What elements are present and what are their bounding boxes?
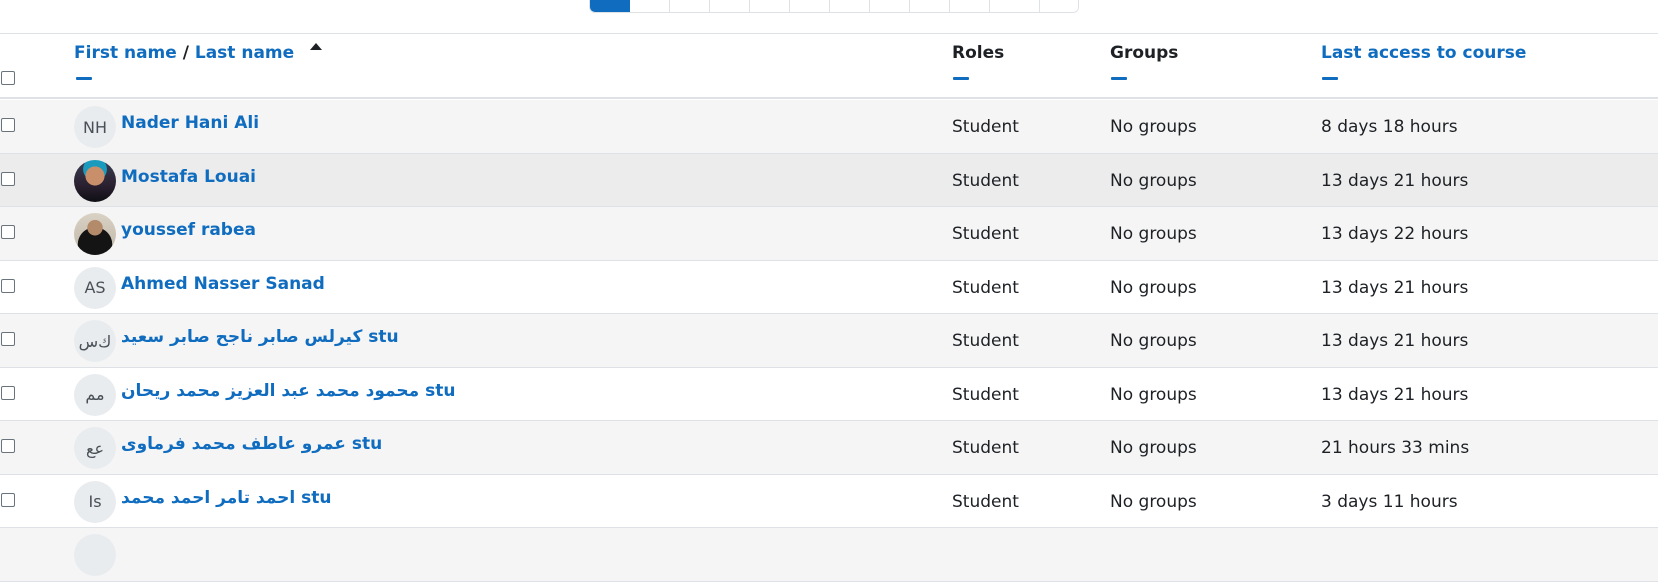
row-checkbox[interactable] <box>1 332 15 346</box>
role-cell: Student <box>952 224 1019 244</box>
groups-cell: No groups <box>1110 384 1197 405</box>
sort-last-access-link[interactable]: Last access to course <box>1321 43 1526 63</box>
user-name-link[interactable]: محمود محمد عبد العزيز محمد ريحان stu <box>121 381 455 401</box>
role-cell: Student <box>952 117 1019 137</box>
table-row: عع عمرو عاطف محمد فرماوى stu Student No … <box>0 421 1658 475</box>
sort-last-name-link[interactable]: Last name <box>195 43 294 63</box>
avatar: Is <box>74 480 116 523</box>
user-name-link[interactable]: Nader Hani Ali <box>121 113 259 133</box>
groups-cell: No groups <box>1110 170 1197 191</box>
header-roles-label: Roles <box>952 43 1005 63</box>
page-link[interactable] <box>710 0 750 12</box>
select-all-checkbox[interactable] <box>1 71 15 85</box>
sort-first-name-link[interactable]: First name <box>74 43 177 63</box>
table-row: Is احمد تامر احمد محمد stu Student No gr… <box>0 474 1658 528</box>
header-roles: Roles <box>952 43 1004 63</box>
table-row: AS Ahmed Nasser Sanad Student No groups … <box>0 260 1658 314</box>
groups-cell: No groups <box>1110 117 1197 137</box>
last-access-cell: 13 days 21 hours <box>1321 331 1469 351</box>
last-access-cell: 3 days 11 hours <box>1321 491 1458 512</box>
collapse-column-icon[interactable] <box>1111 77 1127 80</box>
groups-cell: No groups <box>1110 491 1197 512</box>
page-link[interactable] <box>790 0 830 12</box>
table-row: مم محمود محمد عبد العزيز محمد ريحان stu … <box>0 367 1658 421</box>
last-access-cell: 13 days 21 hours <box>1321 277 1469 298</box>
groups-cell: No groups <box>1110 224 1197 244</box>
user-name-link[interactable]: Ahmed Nasser Sanad <box>121 274 325 294</box>
user-name-link[interactable]: احمد تامر احمد محمد stu <box>121 488 332 508</box>
page-link[interactable] <box>830 0 870 12</box>
table-row: youssef rabea Student No groups 13 days … <box>0 207 1658 261</box>
row-checkbox[interactable] <box>1 278 15 293</box>
user-name-link[interactable]: youssef rabea <box>121 220 256 240</box>
header-last-access: Last access to course <box>1321 43 1526 63</box>
groups-cell: No groups <box>1110 331 1197 351</box>
page-link-current[interactable] <box>590 0 630 12</box>
last-access-cell: 13 days 21 hours <box>1321 384 1469 405</box>
role-cell: Student <box>952 384 1019 405</box>
avatar: ﻙﺱ <box>74 320 116 362</box>
table-row: NH Nader Hani Ali Student No groups 8 da… <box>0 100 1658 154</box>
collapse-column-icon[interactable] <box>1322 77 1338 80</box>
role-cell: Student <box>952 170 1019 191</box>
avatar: AS <box>74 266 116 309</box>
role-cell: Student <box>952 331 1019 351</box>
row-checkbox[interactable] <box>1 492 15 507</box>
user-name-link[interactable]: كيرلس صابر ناجح صابر سعيد stu <box>121 327 399 347</box>
page-link[interactable] <box>1040 0 1078 12</box>
user-name-link[interactable]: Mostafa Louai <box>121 167 256 187</box>
avatar: NH <box>74 106 116 148</box>
table-row: Mostafa Louai Student No groups 13 days … <box>0 153 1658 207</box>
page-link[interactable] <box>910 0 950 12</box>
header-groups: Groups <box>1110 43 1178 63</box>
last-access-cell: 13 days 21 hours <box>1321 170 1469 191</box>
row-checkbox[interactable] <box>1 439 15 453</box>
header-name: First name / Last name <box>74 43 323 63</box>
sort-ascending-icon <box>310 43 323 50</box>
header-separator: / <box>182 43 189 63</box>
groups-cell: No groups <box>1110 277 1197 298</box>
table-row: ﻙﺱ كيرلس صابر ناجح صابر سعيد stu Student… <box>0 314 1658 368</box>
table-header: First name / Last name Roles Groups Last… <box>0 34 1658 99</box>
table-row <box>0 528 1658 582</box>
row-checkbox[interactable] <box>1 385 15 400</box>
role-cell: Student <box>952 438 1019 458</box>
row-checkbox[interactable] <box>1 225 15 239</box>
collapse-column-icon[interactable] <box>953 77 969 80</box>
participants-table-body: NH Nader Hani Ali Student No groups 8 da… <box>0 100 1658 582</box>
groups-cell: No groups <box>1110 438 1197 458</box>
pagination <box>589 0 1079 13</box>
avatar <box>74 534 116 576</box>
page-link[interactable] <box>950 0 990 12</box>
user-name-link[interactable]: عمرو عاطف محمد فرماوى stu <box>121 434 382 454</box>
role-cell: Student <box>952 491 1019 512</box>
avatar: مم <box>74 373 116 416</box>
row-checkbox[interactable] <box>1 171 15 186</box>
collapse-column-icon[interactable] <box>76 77 92 80</box>
page-link[interactable] <box>670 0 710 12</box>
avatar: عع <box>74 427 116 469</box>
page-link[interactable] <box>870 0 910 12</box>
page-link[interactable] <box>990 0 1040 12</box>
last-access-cell: 13 days 22 hours <box>1321 224 1469 244</box>
page-link[interactable] <box>630 0 670 12</box>
avatar <box>74 213 116 255</box>
role-cell: Student <box>952 277 1019 298</box>
avatar <box>74 159 116 202</box>
last-access-cell: 21 hours 33 mins <box>1321 438 1470 458</box>
page-link[interactable] <box>750 0 790 12</box>
row-checkbox[interactable] <box>1 118 15 132</box>
last-access-cell: 8 days 18 hours <box>1321 117 1458 137</box>
header-groups-label: Groups <box>1110 43 1179 63</box>
